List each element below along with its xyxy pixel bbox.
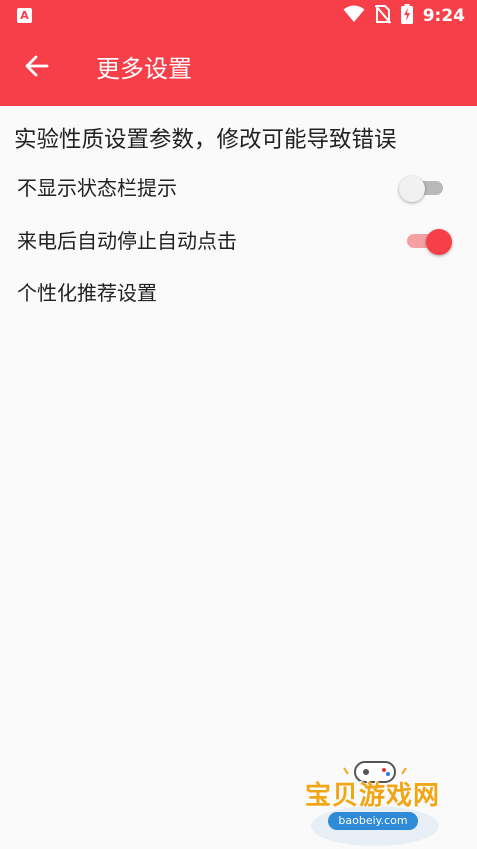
watermark-text: 宝贝游戏网 bbox=[305, 781, 441, 811]
setting-hide-statusbar-tip[interactable]: 不显示状态栏提示 bbox=[0, 164, 477, 212]
setting-label: 来电后自动停止自动点击 bbox=[17, 229, 237, 253]
watermark-url: baobeiy.com bbox=[328, 812, 418, 830]
arrow-back-icon bbox=[24, 53, 50, 83]
setting-personalized-recommendation[interactable]: 个性化推荐设置 bbox=[0, 269, 477, 317]
hide-statusbar-tip-toggle[interactable] bbox=[399, 176, 449, 202]
status-icons: 9:24 bbox=[343, 4, 465, 28]
app-bar: A 9:24 更多设置 bbox=[0, 0, 477, 106]
battery-charging-icon bbox=[400, 4, 413, 28]
switch-thumb bbox=[399, 176, 425, 202]
status-time: 9:24 bbox=[422, 6, 465, 26]
watermark-logo: 宝贝游戏网 baobeiy.com bbox=[300, 754, 450, 849]
status-bar: A 9:24 bbox=[0, 0, 477, 32]
setting-label: 个性化推荐设置 bbox=[17, 281, 157, 305]
no-sim-icon bbox=[374, 4, 391, 28]
back-button[interactable] bbox=[14, 45, 60, 91]
setting-label: 不显示状态栏提示 bbox=[17, 176, 177, 200]
page-title: 更多设置 bbox=[96, 55, 192, 83]
wifi-icon bbox=[343, 5, 365, 27]
switch-thumb bbox=[426, 229, 452, 255]
toolbar: 更多设置 bbox=[0, 32, 477, 106]
app-notification-icon: A bbox=[17, 8, 32, 23]
warning-text: 实验性质设置参数，修改可能导致错误 bbox=[14, 127, 397, 153]
stop-on-call-toggle[interactable] bbox=[403, 229, 452, 255]
setting-stop-on-call[interactable]: 来电后自动停止自动点击 bbox=[0, 217, 477, 265]
